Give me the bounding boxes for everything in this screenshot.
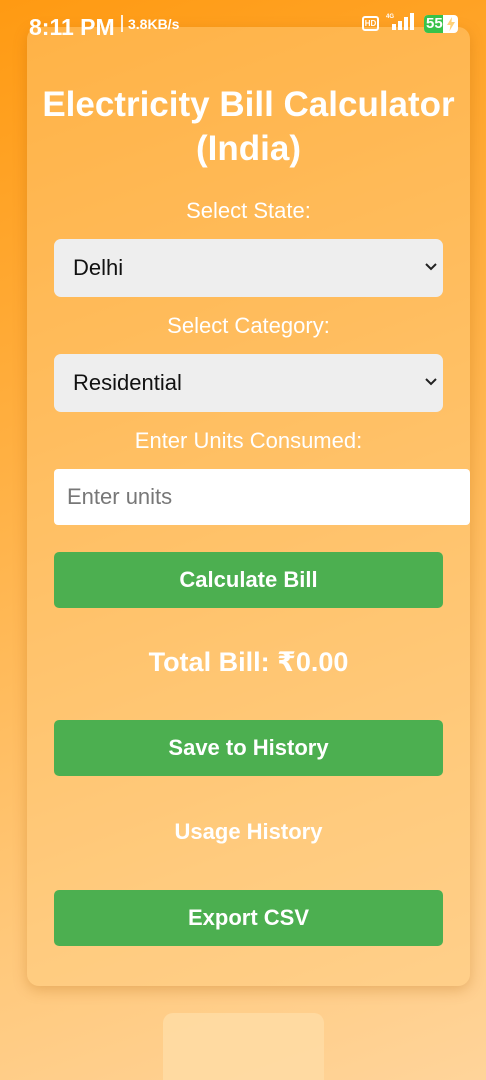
- network-type-label: 4G: [386, 14, 394, 20]
- category-select[interactable]: Residential: [54, 354, 443, 412]
- save-history-button[interactable]: Save to History: [54, 720, 443, 776]
- state-select[interactable]: Delhi: [54, 239, 443, 297]
- calculator-card: Electricity Bill Calculator (India) Sele…: [27, 27, 470, 986]
- battery-icon: 55: [424, 15, 458, 33]
- hd-icon: HD: [362, 16, 379, 31]
- signal-icon: 4G: [385, 12, 419, 37]
- category-label: Select Category:: [167, 313, 330, 338]
- category-select-value: Residential: [73, 370, 182, 395]
- chevron-down-icon: [425, 263, 437, 271]
- status-time: 8:11 PM: [29, 14, 115, 40]
- bottom-panel: [163, 1013, 324, 1080]
- battery-level: 55: [426, 15, 443, 32]
- total-bill: Total Bill: ₹0.00: [148, 647, 349, 677]
- status-divider: [121, 15, 123, 32]
- state-select-value: Delhi: [73, 255, 124, 280]
- units-input[interactable]: [54, 469, 470, 525]
- chevron-down-icon: [425, 378, 437, 386]
- calculate-bill-button[interactable]: Calculate Bill: [54, 552, 443, 608]
- status-bar: 8:11 PM 3.8KB/s HD 4G 55: [0, 0, 486, 46]
- page-title: Electricity Bill Calculator (India): [42, 85, 455, 168]
- network-speed: 3.8KB/s: [128, 16, 180, 32]
- charging-icon: [447, 17, 455, 31]
- export-csv-button[interactable]: Export CSV: [54, 890, 443, 946]
- units-label: Enter Units Consumed:: [134, 428, 363, 453]
- state-label: Select State:: [186, 198, 311, 223]
- usage-history-heading: Usage History: [174, 819, 323, 844]
